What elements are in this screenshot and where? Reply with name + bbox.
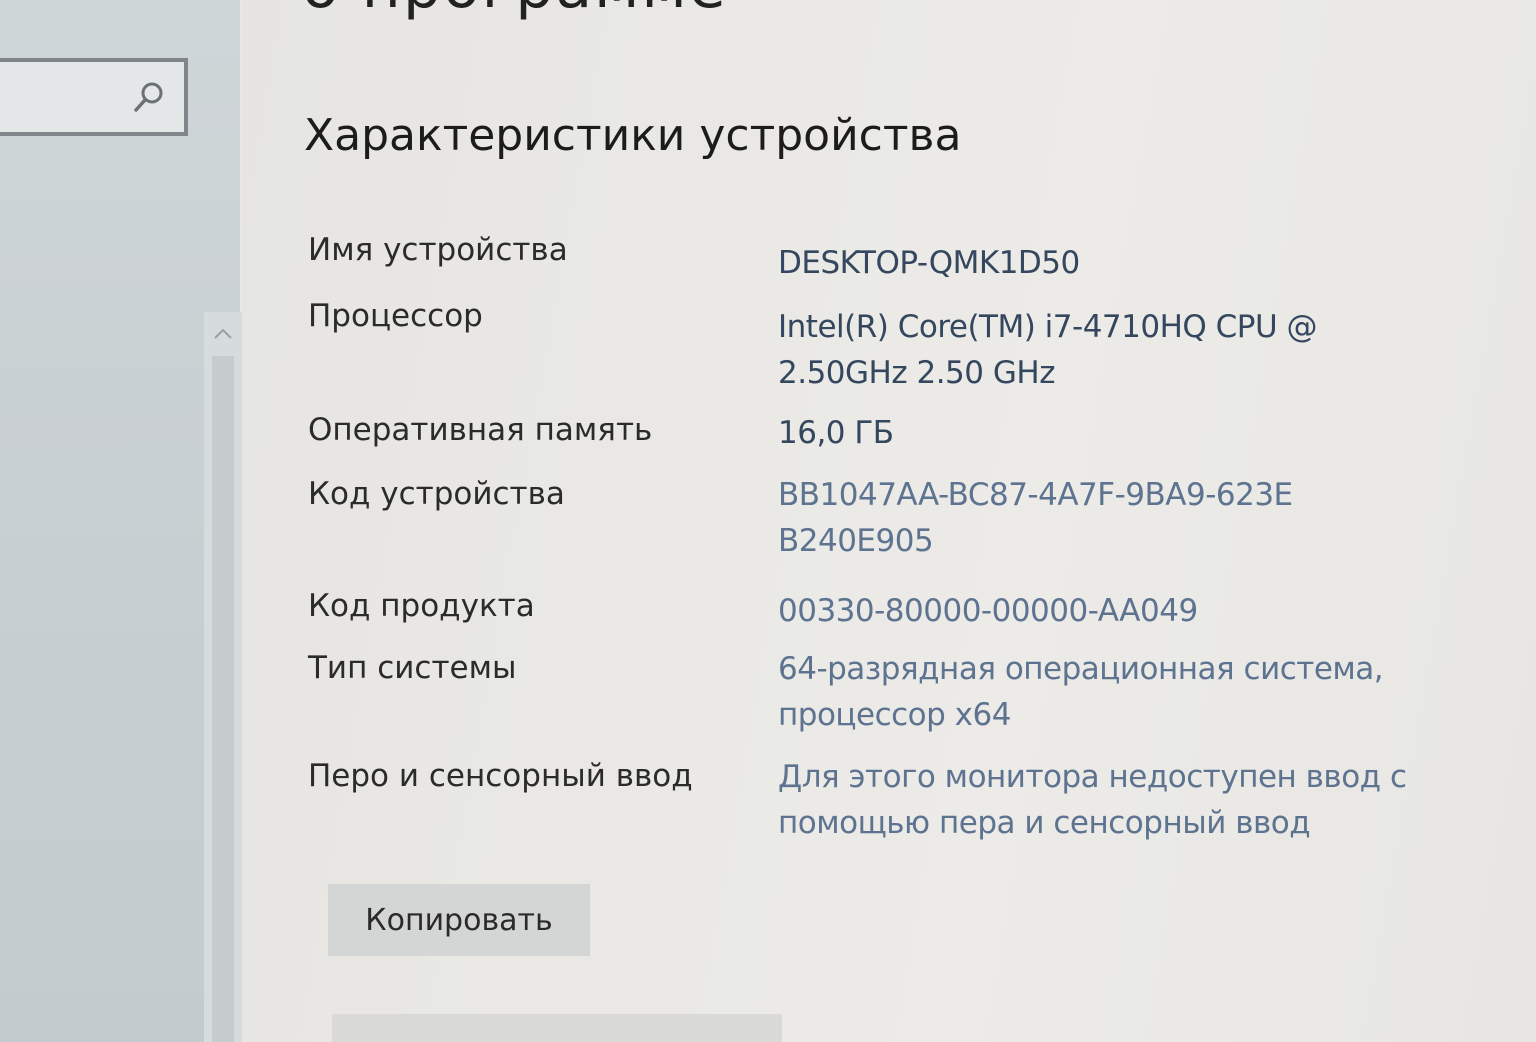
spec-row-system-type: Тип системы 64-разрядная операционная си… xyxy=(308,646,1458,754)
spec-label: Код продукта xyxy=(308,588,535,624)
spec-row-device-name: Имя устройства DESKTOP-QMK1D50 xyxy=(308,228,1458,294)
previous-section-title: о программе xyxy=(302,0,728,22)
spec-label: Оперативная память xyxy=(308,412,653,448)
spec-label: Перо и сенсорный ввод xyxy=(308,758,693,794)
spec-value: Intel(R) Core(TM) i7-4710HQ CPU @ 2.50GH… xyxy=(778,309,1318,391)
spec-label: Имя устройства xyxy=(308,232,568,268)
next-section-button[interactable] xyxy=(332,1014,782,1042)
spec-label: Тип системы xyxy=(308,650,517,686)
spec-value: BB1047AA-BC87-4A7F-9BA9-623EB240E905 xyxy=(778,477,1293,559)
scroll-thumb[interactable] xyxy=(212,356,234,1042)
spec-value: 16,0 ГБ xyxy=(778,415,894,451)
spec-row-device-id: Код устройства BB1047AA-BC87-4A7F-9BA9-6… xyxy=(308,472,1458,584)
device-specs-list: Имя устройства DESKTOP-QMK1D50 Процессор… xyxy=(308,228,1458,864)
spec-value: 00330-80000-00000-AA049 xyxy=(778,593,1198,629)
copy-button[interactable]: Копировать xyxy=(328,884,590,956)
scrollbar[interactable] xyxy=(204,312,242,1042)
spec-row-pen-touch: Перо и сенсорный ввод Для этого монитора… xyxy=(308,754,1458,864)
device-specs-title: Характеристики устройства xyxy=(304,110,962,161)
settings-content: о программе Характеристики устройства Им… xyxy=(242,0,1536,1042)
spec-row-product-id: Код продукта 00330-80000-00000-AA049 xyxy=(308,584,1458,646)
search-icon[interactable] xyxy=(132,80,166,114)
navigation-pane xyxy=(0,0,242,1042)
spec-row-ram: Оперативная память 16,0 ГБ xyxy=(308,408,1458,472)
spec-label: Процессор xyxy=(308,298,483,334)
spec-value: 64-разрядная операционная система, проце… xyxy=(778,651,1384,733)
spec-row-processor: Процессор Intel(R) Core(TM) i7-4710HQ CP… xyxy=(308,294,1458,408)
spec-label: Код устройства xyxy=(308,476,565,512)
search-input[interactable] xyxy=(0,58,188,136)
spec-value: Для этого монитора недоступен ввод с пом… xyxy=(778,759,1407,841)
spec-value: DESKTOP-QMK1D50 xyxy=(778,245,1080,281)
chevron-up-icon[interactable] xyxy=(212,324,234,344)
